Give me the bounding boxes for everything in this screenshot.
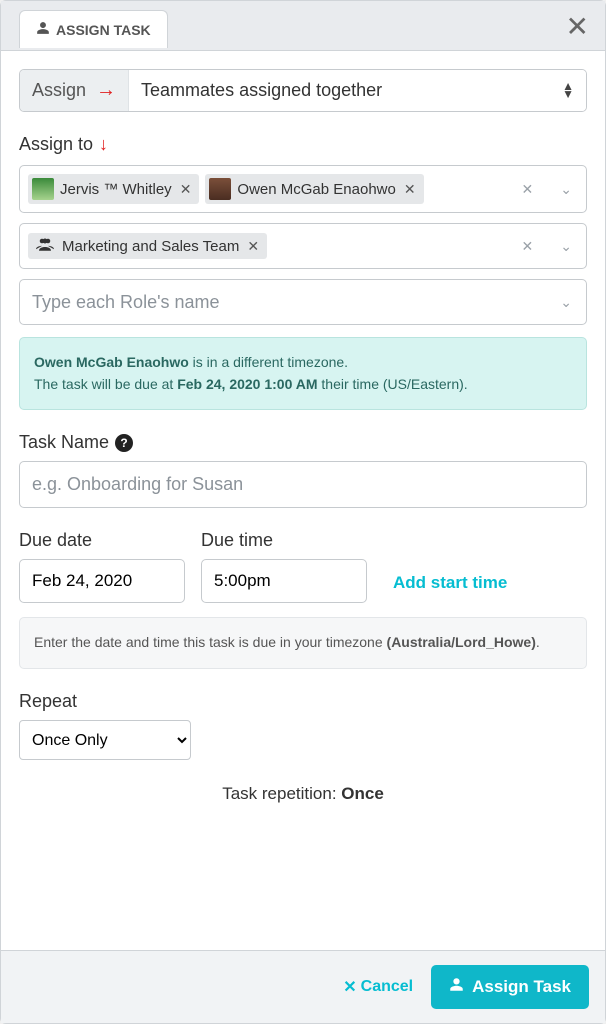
due-date-input[interactable]: [19, 559, 185, 603]
due-time-input[interactable]: [201, 559, 367, 603]
user-chip: Owen McGab Enaohwo ✕: [205, 174, 423, 204]
person-icon: [449, 977, 464, 997]
assign-task-button[interactable]: Assign Task: [431, 965, 589, 1009]
chevron-down-icon[interactable]: ⌄: [546, 181, 586, 198]
assign-mode-select[interactable]: Assign → Teammates assigned together ▲▼: [19, 69, 587, 112]
roles-placeholder: Type each Role's name: [28, 292, 220, 313]
clear-picker-icon[interactable]: ✕: [510, 238, 546, 255]
arrow-right-icon: →: [96, 80, 116, 100]
modal-header: ASSIGN TASK ✕: [1, 1, 605, 51]
repeat-select[interactable]: Once Only: [19, 720, 191, 760]
assign-mode-value: Teammates assigned together: [141, 80, 382, 101]
clear-picker-icon[interactable]: ✕: [510, 181, 546, 198]
help-icon[interactable]: ?: [115, 434, 133, 452]
timezone-notice: Owen McGab Enaohwo is in a different tim…: [19, 337, 587, 410]
roles-picker[interactable]: Type each Role's name ⌄: [19, 279, 587, 325]
repeat-label: Repeat: [19, 691, 587, 712]
person-icon: [36, 21, 50, 38]
chevron-down-icon[interactable]: ⌄: [546, 238, 586, 255]
remove-chip-icon[interactable]: ✕: [247, 238, 259, 255]
group-chip: Marketing and Sales Team ✕: [28, 233, 267, 259]
sort-caret-icon: ▲▼: [562, 83, 574, 97]
avatar: [32, 178, 54, 200]
assign-mode-label: Assign →: [20, 70, 129, 111]
teammates-picker[interactable]: Jervis ™ Whitley ✕ Owen McGab Enaohwo ✕ …: [19, 165, 587, 213]
user-chip-name: Jervis ™ Whitley: [60, 181, 172, 198]
local-timezone-note: Enter the date and time this task is due…: [19, 617, 587, 669]
task-repetition-line: Task repetition: Once: [19, 784, 587, 804]
remove-chip-icon[interactable]: ✕: [404, 181, 416, 198]
tz-due-time: Feb 24, 2020 1:00 AM: [177, 376, 317, 392]
user-chip: Jervis ™ Whitley ✕: [28, 174, 199, 204]
groups-picker[interactable]: Marketing and Sales Team ✕ ✕ ⌄: [19, 223, 587, 269]
add-start-time-link[interactable]: Add start time: [383, 573, 507, 603]
tz-person: Owen McGab Enaohwo: [34, 354, 189, 370]
due-time-label: Due time: [201, 530, 367, 551]
assign-to-label: Assign to ↓: [19, 134, 587, 155]
modal-body: Assign → Teammates assigned together ▲▼ …: [1, 51, 605, 951]
modal-footer: ✕ Cancel Assign Task: [1, 951, 605, 1023]
tab-assign-task[interactable]: ASSIGN TASK: [19, 10, 168, 48]
avatar: [209, 178, 231, 200]
task-name-input[interactable]: [19, 461, 587, 508]
due-date-label: Due date: [19, 530, 185, 551]
cancel-button[interactable]: ✕ Cancel: [343, 977, 413, 997]
remove-chip-icon[interactable]: ✕: [180, 181, 192, 198]
tab-label: ASSIGN TASK: [56, 22, 151, 38]
task-name-label: Task Name ?: [19, 432, 587, 453]
user-chip-name: Owen McGab Enaohwo: [237, 181, 395, 198]
group-chip-name: Marketing and Sales Team: [62, 238, 239, 255]
close-icon[interactable]: ✕: [566, 13, 589, 41]
assign-task-modal: ASSIGN TASK ✕ Assign → Teammates assigne…: [0, 0, 606, 1024]
arrow-down-icon: ↓: [99, 134, 108, 155]
group-icon: [32, 237, 56, 255]
chevron-down-icon[interactable]: ⌄: [546, 294, 586, 311]
close-icon: ✕: [343, 977, 356, 997]
